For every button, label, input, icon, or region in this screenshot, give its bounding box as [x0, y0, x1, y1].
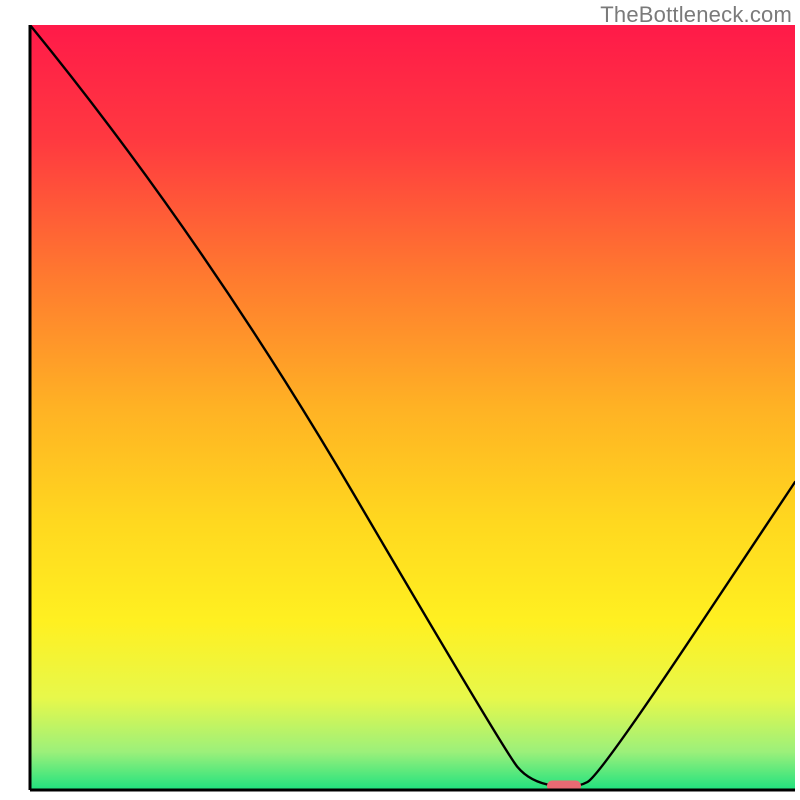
- chart-stage: TheBottleneck.com: [0, 0, 800, 800]
- bottleneck-chart: [0, 0, 800, 800]
- gradient-background: [30, 25, 795, 790]
- watermark-text: TheBottleneck.com: [600, 2, 792, 28]
